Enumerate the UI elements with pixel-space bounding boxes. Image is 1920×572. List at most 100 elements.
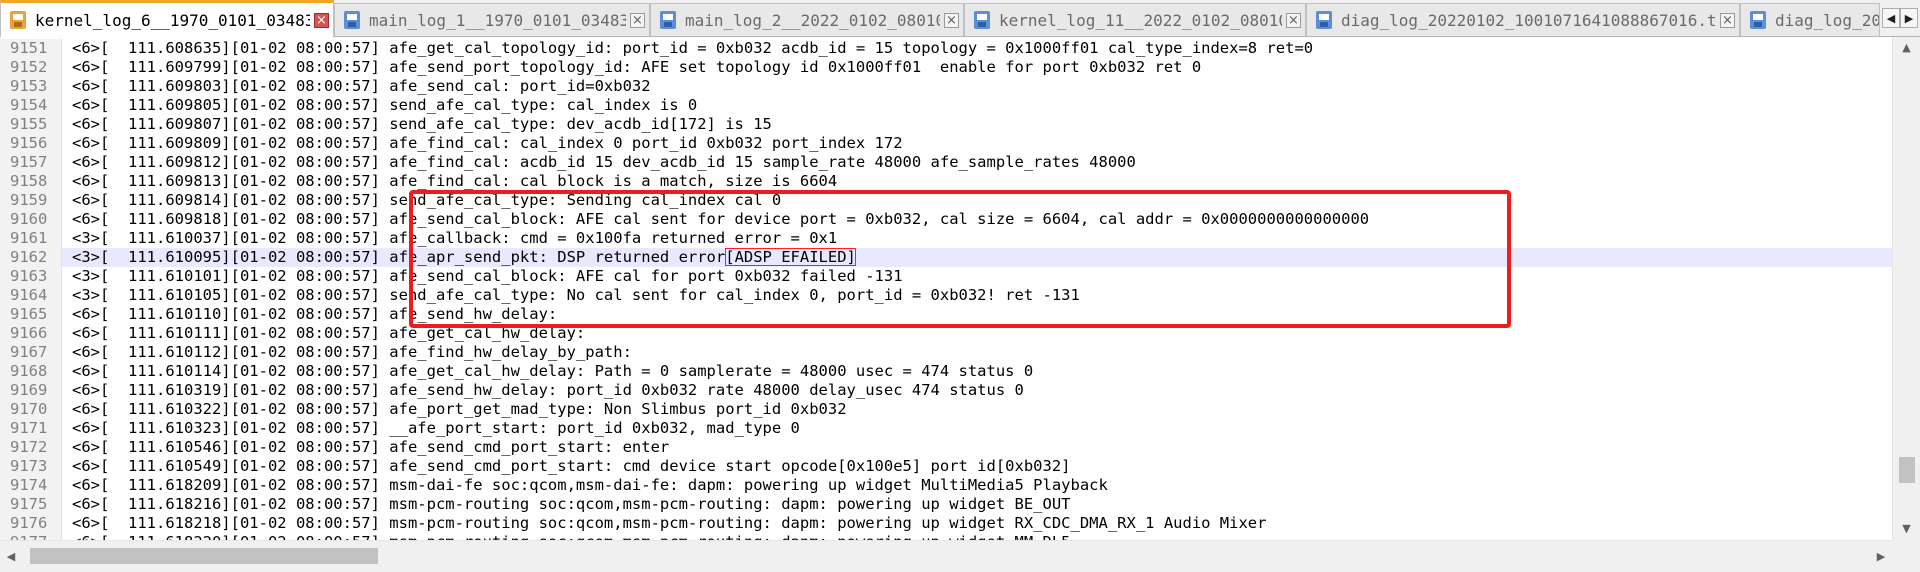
log-line[interactable]: 9154 <6>[ 111.609805][01-02 08:00:57] sen… xyxy=(0,96,1892,115)
tab-label: kernel_log_6__1970_0101_034830 xyxy=(35,10,310,30)
log-text-content: <6>[ 111.610114][01-02 08:00:57] afe_get… xyxy=(72,362,1034,380)
log-editor[interactable]: 9151 <6>[ 111.608635][01-02 08:00:57] afe… xyxy=(0,37,1892,540)
log-line[interactable]: 9167 <6>[ 111.610112][01-02 08:00:57] afe… xyxy=(0,343,1892,362)
horizontal-scrollbar[interactable]: ◀ ▶ xyxy=(0,540,1892,572)
tab-label: diag_log_202 xyxy=(1775,10,1879,30)
line-number: 9152 xyxy=(0,58,62,77)
log-line[interactable]: 9166 <6>[ 111.610111][01-02 08:00:57] afe… xyxy=(0,324,1892,343)
log-text-content: <6>[ 111.609803][01-02 08:00:57] afe_sen… xyxy=(72,77,651,95)
close-icon[interactable]: × xyxy=(1720,12,1735,28)
tab-5[interactable]: diag_log_20220102_1001071641088867016.tx… xyxy=(1306,3,1740,36)
line-number: 9158 xyxy=(0,172,62,191)
tab-scroll-left-icon[interactable]: ◀ xyxy=(1882,8,1900,28)
log-text-content: <6>[ 111.608635][01-02 08:00:57] afe_get… xyxy=(72,39,1314,57)
line-number: 9164 xyxy=(0,286,62,305)
log-text-content: <6>[ 111.610322][01-02 08:00:57] afe_por… xyxy=(72,400,847,418)
log-text: <6>[ 111.618218][01-02 08:00:57] msm-pcm… xyxy=(72,514,1266,533)
tab-4[interactable]: kernel_log_11__2022_0102_080107 × xyxy=(964,3,1306,36)
log-text: <6>[ 111.609805][01-02 08:00:57] send_af… xyxy=(72,96,697,115)
log-line[interactable]: 9171 <6>[ 111.610323][01-02 08:00:57] __a… xyxy=(0,419,1892,438)
close-icon[interactable]: × xyxy=(630,12,645,28)
log-line[interactable]: 9159 <6>[ 111.609814][01-02 08:00:57] sen… xyxy=(0,191,1892,210)
tab-scroll-right-icon[interactable]: ▶ xyxy=(1900,8,1918,28)
log-text-content: <6>[ 111.609805][01-02 08:00:57] send_af… xyxy=(72,96,698,114)
log-text-content: <6>[ 111.610549][01-02 08:00:57] afe_sen… xyxy=(72,457,1071,475)
horizontal-scroll-thumb[interactable] xyxy=(30,548,378,564)
tab-label: main_log_1__1970_0101_034830 xyxy=(369,10,626,30)
close-icon[interactable]: × xyxy=(314,12,329,28)
log-line[interactable]: 9158 <6>[ 111.609813][01-02 08:00:57] afe… xyxy=(0,172,1892,191)
log-text-content: <6>[ 111.610319][01-02 08:00:57] afe_sen… xyxy=(72,381,1024,399)
log-line[interactable]: 9170 <6>[ 111.610322][01-02 08:00:57] afe… xyxy=(0,400,1892,419)
vertical-scrollbar[interactable]: ▲ ▼ xyxy=(1892,37,1920,540)
line-number: 9174 xyxy=(0,476,62,495)
line-number: 9151 xyxy=(0,39,62,58)
scroll-down-icon[interactable]: ▼ xyxy=(1893,518,1920,540)
log-text-content: <6>[ 111.610546][01-02 08:00:57] afe_sen… xyxy=(72,438,670,456)
log-line[interactable]: 9155 <6>[ 111.609807][01-02 08:00:57] sen… xyxy=(0,115,1892,134)
log-line[interactable]: 9176 <6>[ 111.618218][01-02 08:00:57] msm… xyxy=(0,514,1892,533)
log-text-content: <3>[ 111.610105][01-02 08:00:57] send_af… xyxy=(72,286,1080,304)
line-number: 9169 xyxy=(0,381,62,400)
line-number: 9175 xyxy=(0,495,62,514)
log-text-content: <6>[ 111.609799][01-02 08:00:57] afe_sen… xyxy=(72,58,1202,76)
log-text: <6>[ 111.609818][01-02 08:00:57] afe_sen… xyxy=(72,210,1369,229)
log-text-content: <6>[ 111.609814][01-02 08:00:57] send_af… xyxy=(72,191,782,209)
log-line[interactable]: 9169 <6>[ 111.610319][01-02 08:00:57] afe… xyxy=(0,381,1892,400)
line-number: 9160 xyxy=(0,210,62,229)
tab-3[interactable]: main_log_2__2022_0102_080107 × xyxy=(650,3,964,36)
scroll-right-icon[interactable]: ▶ xyxy=(1870,541,1892,572)
tab-6[interactable]: diag_log_202 xyxy=(1740,3,1880,36)
line-number: 9167 xyxy=(0,343,62,362)
close-icon[interactable]: × xyxy=(1286,12,1301,28)
log-text-content: <6>[ 111.609812][01-02 08:00:57] afe_fin… xyxy=(72,153,1136,171)
log-line[interactable]: 9177 <6>[ 111.618220][01-02 08:00:57] msm… xyxy=(0,533,1892,540)
tab-2[interactable]: main_log_1__1970_0101_034830 × xyxy=(334,3,650,36)
line-number: 9176 xyxy=(0,514,62,533)
log-text-content: <6>[ 111.610111][01-02 08:00:57] afe_get… xyxy=(72,324,586,342)
log-text: <6>[ 111.618209][01-02 08:00:57] msm-dai… xyxy=(72,476,1108,495)
vertical-scroll-thumb[interactable] xyxy=(1899,457,1915,484)
log-line[interactable]: 9156 <6>[ 111.609809][01-02 08:00:57] afe… xyxy=(0,134,1892,153)
line-number: 9170 xyxy=(0,400,62,419)
log-line[interactable]: 9165 <6>[ 111.610110][01-02 08:00:57] afe… xyxy=(0,305,1892,324)
log-text: <3>[ 111.610037][01-02 08:00:57] afe_cal… xyxy=(72,229,837,248)
log-text-content: <6>[ 111.618209][01-02 08:00:57] msm-dai… xyxy=(72,476,1108,494)
log-line[interactable]: 9175 <6>[ 111.618216][01-02 08:00:57] msm… xyxy=(0,495,1892,514)
log-text: <6>[ 111.610114][01-02 08:00:57] afe_get… xyxy=(72,362,1033,381)
log-text: <6>[ 111.608635][01-02 08:00:57] afe_get… xyxy=(72,39,1313,58)
log-line[interactable]: 9168 <6>[ 111.610114][01-02 08:00:57] afe… xyxy=(0,362,1892,381)
log-text: <6>[ 111.610111][01-02 08:00:57] afe_get… xyxy=(72,324,585,343)
close-icon[interactable]: × xyxy=(944,12,959,28)
tab-1[interactable]: kernel_log_6__1970_0101_034830 × xyxy=(0,0,334,37)
line-number: 9168 xyxy=(0,362,62,381)
log-line[interactable]: 9163 <3>[ 111.610101][01-02 08:00:57] afe… xyxy=(0,267,1892,286)
log-line[interactable]: 9174 <6>[ 111.618209][01-02 08:00:57] msm… xyxy=(0,476,1892,495)
log-text-content: <6>[ 111.609807][01-02 08:00:57] send_af… xyxy=(72,115,772,133)
log-line[interactable]: 9162 <3>[ 111.610095][01-02 08:00:57] afe… xyxy=(0,248,1892,267)
scroll-up-icon[interactable]: ▲ xyxy=(1893,37,1920,59)
log-text-content: <3>[ 111.610101][01-02 08:00:57] afe_sen… xyxy=(72,267,903,285)
log-line[interactable]: 9161 <3>[ 111.610037][01-02 08:00:57] afe… xyxy=(0,229,1892,248)
log-text: <3>[ 111.610101][01-02 08:00:57] afe_sen… xyxy=(72,267,903,286)
line-number: 9153 xyxy=(0,77,62,96)
log-text: <6>[ 111.609799][01-02 08:00:57] afe_sen… xyxy=(72,58,1201,77)
log-line[interactable]: 9151 <6>[ 111.608635][01-02 08:00:57] afe… xyxy=(0,39,1892,58)
log-text: <6>[ 111.610112][01-02 08:00:57] afe_fin… xyxy=(72,343,632,362)
log-line[interactable]: 9157 <6>[ 111.609812][01-02 08:00:57] afe… xyxy=(0,153,1892,172)
log-text: <6>[ 111.609812][01-02 08:00:57] afe_fin… xyxy=(72,153,1136,172)
log-line[interactable]: 9152 <6>[ 111.609799][01-02 08:00:57] afe… xyxy=(0,58,1892,77)
scroll-left-icon[interactable]: ◀ xyxy=(0,541,22,572)
log-line[interactable]: 9173 <6>[ 111.610549][01-02 08:00:57] afe… xyxy=(0,457,1892,476)
log-line[interactable]: 9164 <3>[ 111.610105][01-02 08:00:57] sen… xyxy=(0,286,1892,305)
log-text: <6>[ 111.618220][01-02 08:00:57] msm-pcm… xyxy=(72,533,1071,540)
log-line[interactable]: 9160 <6>[ 111.609818][01-02 08:00:57] afe… xyxy=(0,210,1892,229)
log-text: <6>[ 111.609813][01-02 08:00:57] afe_fin… xyxy=(72,172,837,191)
log-text-content: <3>[ 111.610037][01-02 08:00:57] afe_cal… xyxy=(72,229,838,247)
log-line[interactable]: 9172 <6>[ 111.610546][01-02 08:00:57] afe… xyxy=(0,438,1892,457)
tab-scroll-arrows: ◀ ▶ xyxy=(1882,8,1920,30)
log-text: <6>[ 111.609814][01-02 08:00:57] send_af… xyxy=(72,191,781,210)
log-line[interactable]: 9153 <6>[ 111.609803][01-02 08:00:57] afe… xyxy=(0,77,1892,96)
log-text: <6>[ 111.609809][01-02 08:00:57] afe_fin… xyxy=(72,134,903,153)
log-text-content: <6>[ 111.610323][01-02 08:00:57] __afe_p… xyxy=(72,419,800,437)
